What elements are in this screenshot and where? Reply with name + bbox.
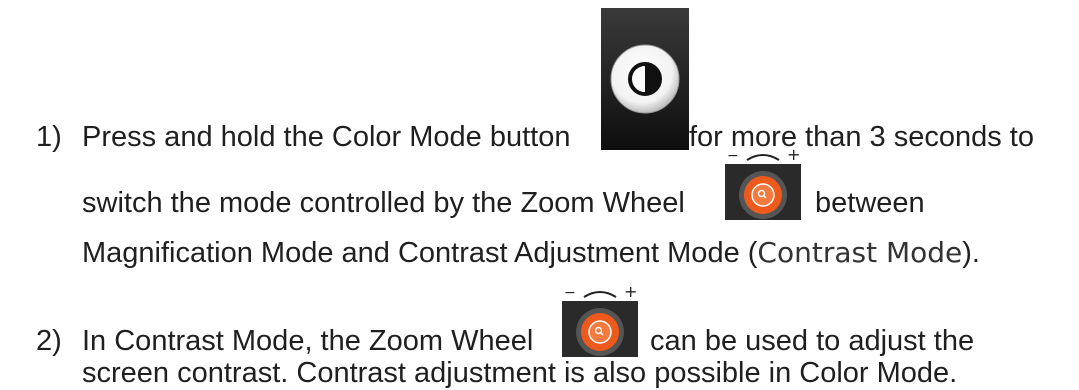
zoom-wheel-icon: − + [562, 282, 638, 357]
item2-line1-after: can be used to adjust the [650, 325, 975, 357]
wheel-minus-label: − [727, 148, 739, 164]
zoom-wheel-icon: − + [725, 145, 801, 220]
item1-line3: Magnification Mode and Contrast Adjustme… [82, 236, 980, 270]
item2-line1-before: In Contrast Mode, the Zoom Wheel [82, 325, 534, 357]
wheel-minus-label: − [564, 285, 576, 301]
wheel-plus-label: + [787, 148, 800, 164]
list-number-1: 1) [36, 121, 62, 153]
item1-line2-before: switch the mode controlled by the Zoom W… [82, 187, 685, 219]
wheel-plus-label: + [624, 285, 637, 301]
item1-line3-paren: Contrast Mode [757, 236, 963, 269]
color-mode-button-icon [601, 8, 689, 150]
item1-line2-after: between [815, 187, 925, 219]
item2-line2: screen contrast. Contrast adjustment is … [82, 357, 958, 389]
list-number-2: 2) [36, 325, 62, 357]
item1-line3-after: ). [962, 237, 980, 269]
item1-line3-before: Magnification Mode and Contrast Adjustme… [82, 237, 758, 269]
item1-line1-before: Press and hold the Color Mode button [82, 121, 571, 153]
